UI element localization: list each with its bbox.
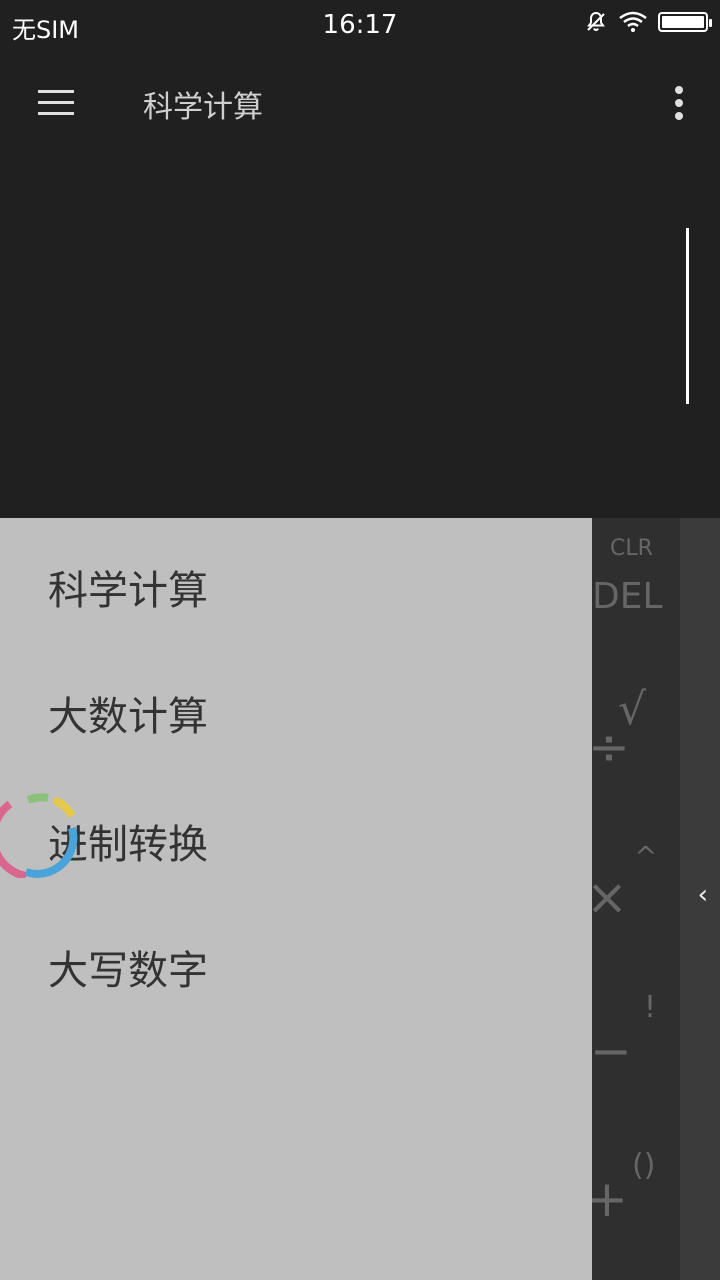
divide-key[interactable]: ÷ <box>588 718 630 776</box>
delete-key[interactable]: DEL <box>592 576 663 617</box>
status-icons <box>584 10 712 34</box>
add-key[interactable]: + <box>586 1170 628 1228</box>
power-key[interactable]: ^ <box>634 840 657 873</box>
text-cursor <box>686 228 689 404</box>
subtract-key[interactable]: − <box>590 1022 632 1080</box>
loading-spinner-icon <box>0 793 78 878</box>
more-vertical-icon[interactable] <box>674 86 684 126</box>
clear-key[interactable]: CLR <box>610 536 653 561</box>
battery-icon <box>658 12 712 32</box>
navigation-drawer: 科学计算 大数计算 进制转换 大写数字 <box>0 518 592 1280</box>
parentheses-key[interactable]: () <box>632 1148 655 1183</box>
wifi-icon <box>619 11 647 32</box>
hamburger-icon[interactable] <box>38 90 74 118</box>
drawer-item-scientific[interactable]: 科学计算 <box>48 558 208 616</box>
multiply-key[interactable]: × <box>586 868 628 926</box>
bell-off-icon <box>587 11 605 32</box>
status-bar: 无SIM 16:17 <box>0 0 720 52</box>
factorial-key[interactable]: ! <box>644 990 656 1025</box>
app-bar: 科学计算 <box>0 52 720 156</box>
drawer-item-uppercase-number[interactable]: 大写数字 <box>48 938 208 996</box>
advanced-panel-handle[interactable]: ‹ <box>680 518 720 1280</box>
page-title: 科学计算 <box>143 90 263 125</box>
chevron-left-icon: ‹ <box>697 880 708 910</box>
drawer-item-bignumber[interactable]: 大数计算 <box>48 684 208 742</box>
calculator-display[interactable] <box>0 156 720 518</box>
